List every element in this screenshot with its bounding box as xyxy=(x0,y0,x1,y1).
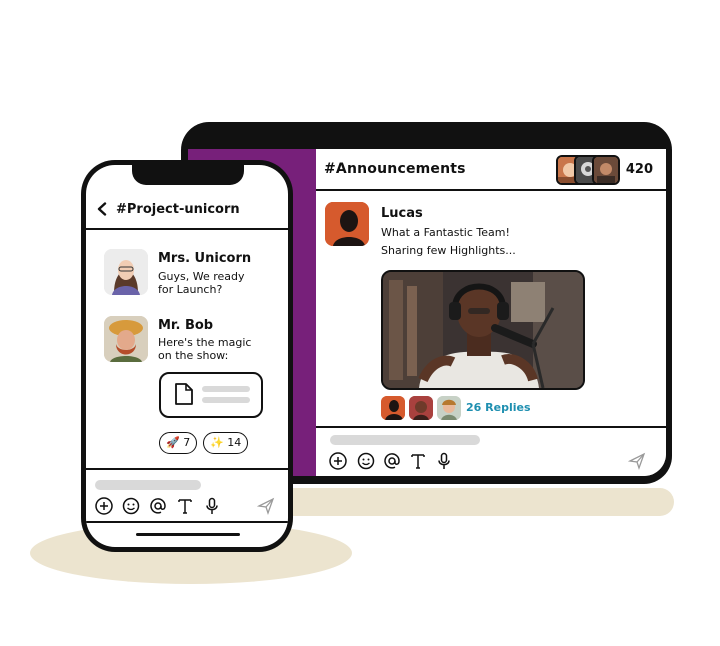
composer-divider xyxy=(316,426,666,428)
rocket-emoji: 🚀 xyxy=(166,436,180,449)
reaction-count: 14 xyxy=(227,436,242,449)
back-chevron-icon[interactable] xyxy=(96,202,108,216)
send-icon[interactable] xyxy=(627,451,647,471)
message-text: Sharing few Highlights... xyxy=(381,244,516,257)
message-author: Mr. Bob xyxy=(158,318,214,333)
message-text: What a Fantastic Team! xyxy=(381,226,510,239)
desktop-ground-shadow xyxy=(250,488,674,516)
member-count: 420 xyxy=(625,162,653,177)
send-icon[interactable] xyxy=(256,496,276,516)
phone-screen: #Project-unicorn Mrs. Unicorn Guys, We r… xyxy=(86,165,288,547)
channel-title: #Project-unicorn xyxy=(116,202,240,217)
phone-notch xyxy=(132,165,244,185)
message-text: for Launch? xyxy=(158,283,223,296)
file-name-placeholder xyxy=(202,386,250,392)
plus-circle-icon[interactable] xyxy=(328,451,348,471)
reaction-rocket[interactable]: 🚀 7 xyxy=(159,432,198,454)
avatar xyxy=(437,396,461,420)
message-input[interactable] xyxy=(330,435,480,445)
mention-icon[interactable] xyxy=(382,451,402,471)
bottom-divider xyxy=(86,521,288,523)
replies-link[interactable]: 26 Replies xyxy=(466,401,531,414)
plus-circle-icon[interactable] xyxy=(94,496,114,516)
avatar xyxy=(325,202,369,246)
message-text: Here's the magic xyxy=(158,336,252,349)
avatar xyxy=(104,316,148,362)
message-text: Guys, We ready xyxy=(158,270,245,283)
emoji-icon[interactable] xyxy=(356,451,376,471)
sparkles-emoji: ✨ xyxy=(210,436,224,449)
document-icon xyxy=(175,383,193,405)
reaction-sparkles[interactable]: ✨ 14 xyxy=(203,432,249,454)
message-input[interactable] xyxy=(95,480,201,490)
avatar xyxy=(409,396,433,420)
mention-icon[interactable] xyxy=(148,496,168,516)
avatar xyxy=(104,249,148,295)
message-author: Lucas xyxy=(381,206,423,221)
desktop-channel-view: #Announcements 420 Lucas What a Fantasti… xyxy=(316,149,666,476)
text-format-icon[interactable] xyxy=(175,496,195,516)
file-attachment[interactable] xyxy=(159,372,263,418)
avatar xyxy=(381,396,405,420)
message-author: Mrs. Unicorn xyxy=(158,251,252,266)
avatar xyxy=(592,155,620,185)
member-avatars[interactable] xyxy=(556,155,620,185)
channel-title: #Announcements xyxy=(324,161,466,177)
channel-header: #Project-unicorn xyxy=(86,190,288,230)
phone-device: #Project-unicorn Mrs. Unicorn Guys, We r… xyxy=(81,160,293,552)
text-format-icon[interactable] xyxy=(408,451,428,471)
shared-photo[interactable] xyxy=(381,270,585,390)
microphone-icon[interactable] xyxy=(202,496,222,516)
home-indicator xyxy=(136,533,240,536)
emoji-icon[interactable] xyxy=(121,496,141,516)
channel-header: #Announcements 420 xyxy=(316,149,666,191)
microphone-icon[interactable] xyxy=(434,451,454,471)
reaction-count: 7 xyxy=(183,436,191,449)
message-text: on the show: xyxy=(158,349,229,362)
file-size-placeholder xyxy=(202,397,250,403)
composer-divider xyxy=(86,468,288,470)
